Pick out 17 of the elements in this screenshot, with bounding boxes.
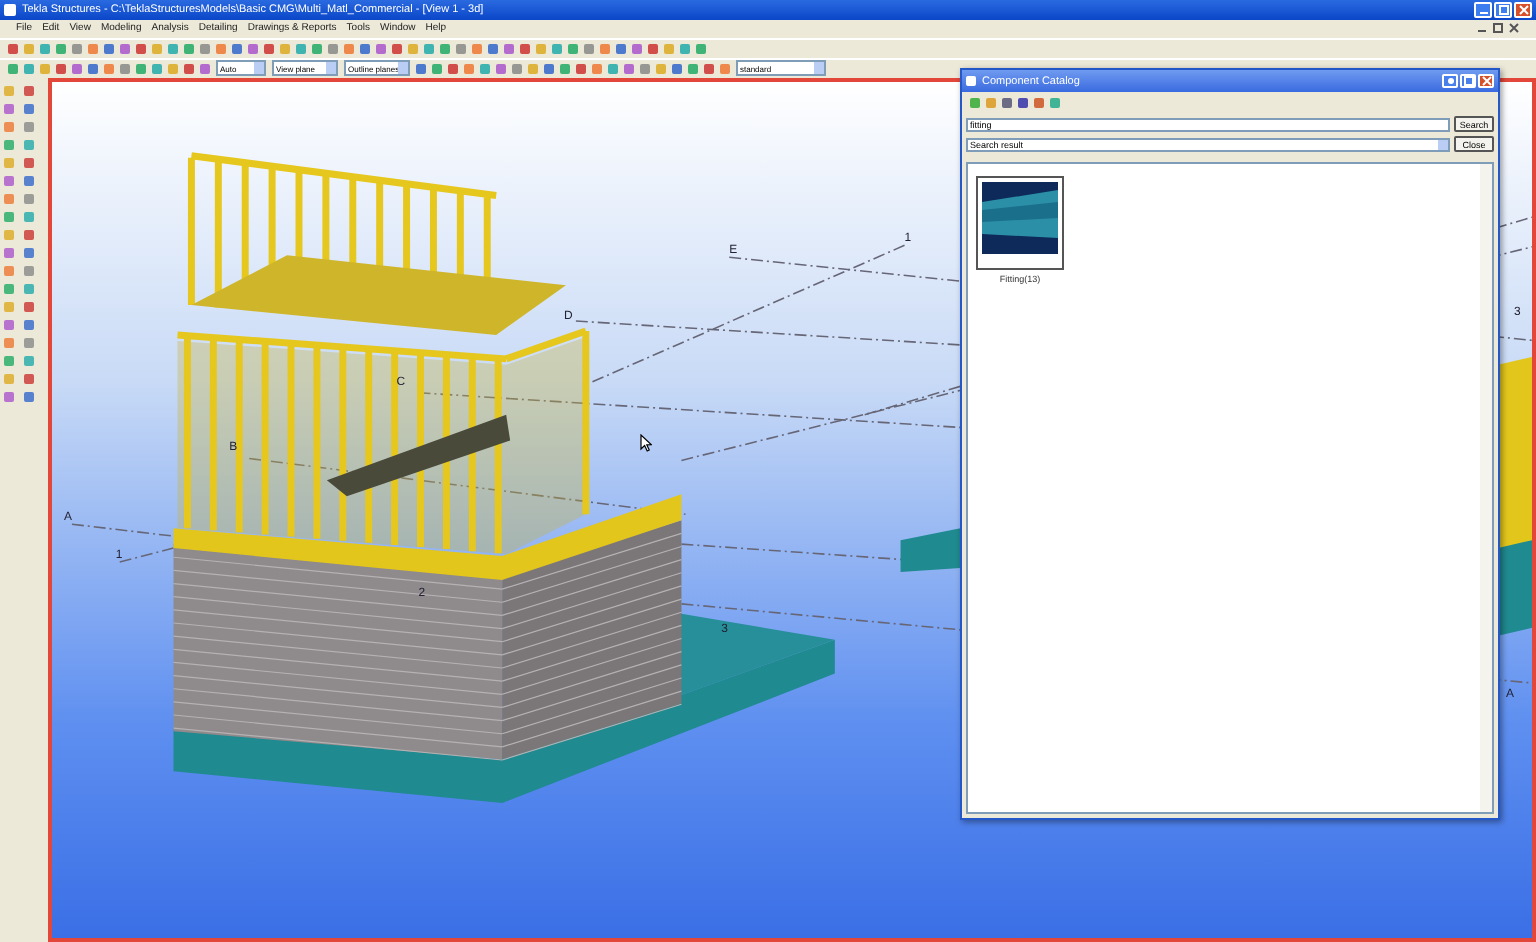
catalog-icon — [966, 76, 976, 86]
maximize-button[interactable] — [1494, 1, 1512, 18]
maximize-button[interactable] — [1460, 74, 1476, 88]
help-button[interactable] — [1442, 74, 1458, 88]
close-button[interactable] — [1514, 1, 1532, 18]
maximize-icon — [1463, 76, 1473, 86]
minimize-button[interactable] — [1474, 1, 1492, 18]
close-icon — [1517, 3, 1529, 16]
component-thumbnail[interactable] — [976, 176, 1064, 270]
app-icon — [4, 3, 16, 16]
close-button[interactable] — [1478, 74, 1494, 88]
maximize-icon — [1497, 3, 1509, 16]
grid-line — [71, 522, 175, 537]
close-icon — [1481, 76, 1491, 86]
dot-icon — [1445, 76, 1455, 86]
grid-line — [118, 546, 175, 563]
document-window-controls-icon[interactable] — [1476, 22, 1520, 35]
